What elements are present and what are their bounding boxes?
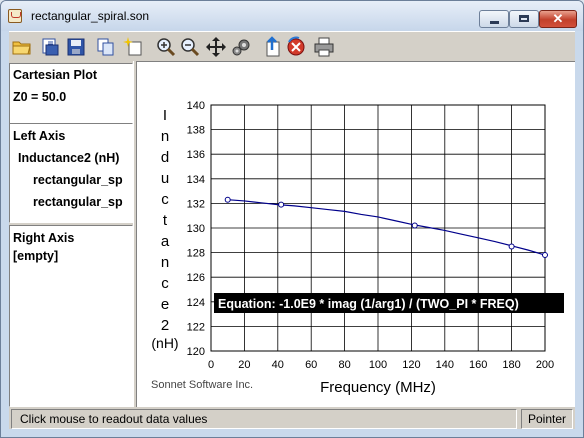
x-tick-label: 20 [238,359,250,371]
y-tick-label: 130 [187,223,205,235]
y-axis-label-char: I [163,107,167,124]
y-tick-label: 138 [187,125,205,137]
plot-type-label: Cartesian Plot [13,68,98,82]
y-axis-label-char: c [161,191,169,208]
data-point-marker [508,243,515,250]
minimize-button[interactable] [479,10,509,28]
app-icon [8,9,22,23]
x-tick-label: 160 [469,359,487,371]
left-axis-heading: Left Axis [13,129,66,143]
y-tick-label: 136 [187,149,205,161]
y-tick-label: 140 [187,100,205,112]
window-title: rectangular_spiral.son [31,9,150,23]
stop-icon[interactable] [285,36,307,58]
y-tick-label: 126 [187,272,205,284]
right-axis-heading: Right Axis [13,231,75,245]
y-axis-label-char: c [161,275,169,292]
y-tick-label: 120 [187,346,205,358]
toolbar [9,31,575,62]
plot-area[interactable]: 0 20 40 60 80 100 120 140 160 180 200 120 122 124 126 1… [137,61,575,407]
export-icon[interactable] [261,36,283,58]
y-tick-label: 132 [187,198,205,210]
minimize-icon [490,21,499,24]
pointer-mode-indicator[interactable]: Pointer [521,409,573,429]
x-tick-label: 180 [502,359,520,371]
x-tick-label: 120 [402,359,420,371]
data-point-marker [278,201,285,208]
y-tick-label: 134 [187,174,205,186]
x-tick-label: 100 [369,359,387,371]
data-point-marker [224,196,231,203]
pan-icon[interactable] [205,36,227,58]
x-tick-label: 40 [272,359,284,371]
x-tick-label: 80 [338,359,350,371]
y-tick-label: 124 [187,297,205,309]
x-tick-label: 200 [536,359,554,371]
y-axis-unit: (nH) [151,335,178,351]
side-panel: Cartesian Plot Z0 = 50.0 Left Axis Induc… [9,61,133,407]
equation-label: Equation: -1.0E9 * imag (1/arg1) / (TWO_… [218,297,519,311]
app-window: rectangular_spiral.son ✕ Cartesian Plot … [0,0,584,438]
data-point-marker [411,222,418,229]
x-tick-label: 0 [208,359,214,371]
credit-label: Sonnet Software Inc. [151,379,253,391]
cartesian-chart[interactable]: 0 20 40 60 80 100 120 140 160 180 200 120 122 124 126 1… [137,62,575,408]
y-axis-label-char: e [161,296,169,313]
title-bar[interactable]: rectangular_spiral.son ✕ [1,1,583,31]
left-axis-section: Left Axis Inductance2 (nH) rectangular_s… [9,123,133,223]
y-axis-label-char: n [161,254,169,271]
print-icon[interactable] [313,36,335,58]
y-tick-label: 128 [187,248,205,260]
maximize-icon [519,15,529,22]
close-icon: ✕ [552,11,564,26]
y-axis-label-char: 2 [161,317,169,334]
status-bar: Click mouse to readout data values Point… [9,407,575,429]
file-item[interactable]: rectangular_sp [33,195,123,209]
y-axis-label-char: d [161,149,169,166]
measurement-item[interactable]: Inductance2 (nH) [18,151,119,165]
settings-icon[interactable] [231,36,253,58]
data-point-marker [542,252,548,259]
new-plot-icon[interactable] [123,36,145,58]
zoom-in-icon[interactable] [155,36,177,58]
maximize-button[interactable] [509,10,539,28]
z0-label: Z0 = 50.0 [13,90,67,104]
copy-icon[interactable] [95,36,117,58]
zoom-out-icon[interactable] [179,36,201,58]
y-axis-label-char: u [161,170,169,187]
status-message: Click mouse to readout data values [11,409,517,429]
open-folder-icon[interactable] [11,36,33,58]
x-tick-label: 140 [436,359,454,371]
right-axis-value: [empty] [13,249,59,263]
y-tick-label: 122 [187,321,205,333]
x-tick-label: 60 [305,359,317,371]
file-item[interactable]: rectangular_sp [33,173,123,187]
save-icon[interactable] [65,36,87,58]
close-button[interactable]: ✕ [539,10,577,28]
save-as-icon[interactable] [39,36,61,58]
y-axis-label-char: t [163,212,168,229]
y-axis-label-char: n [161,128,169,145]
y-axis-label-char: a [161,233,170,250]
right-axis-section: Right Axis [empty] [9,225,133,407]
x-axis-label: Frequency (MHz) [320,379,436,396]
